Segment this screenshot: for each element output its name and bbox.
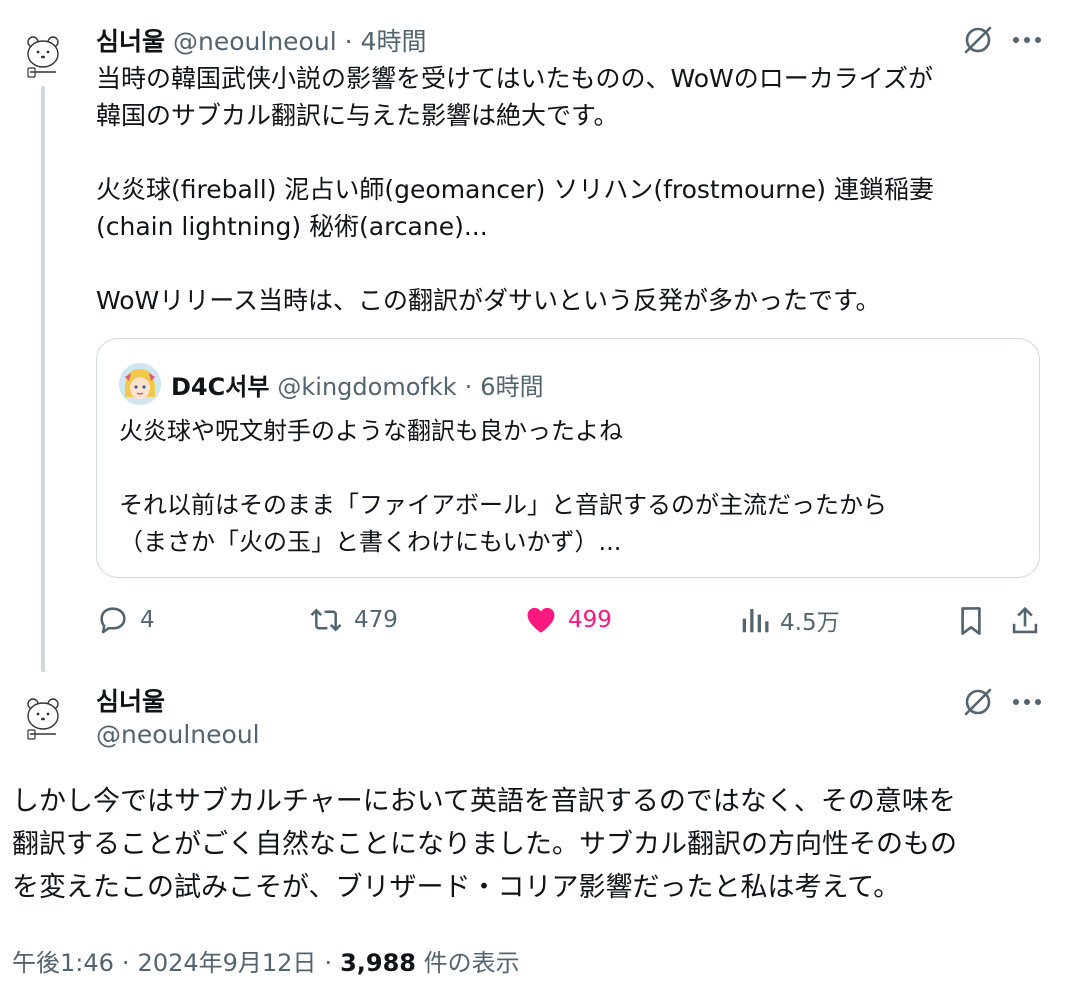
handle[interactable]: @neoulneoul <box>173 27 337 56</box>
reply-button[interactable]: 4 <box>96 603 155 637</box>
thread-line <box>41 86 45 672</box>
separator-dot: · <box>344 27 353 56</box>
quoted-tweet-card[interactable]: D4C서부 @kingdomofkk · 6時間 火炎球や呪文射手のような翻訳も… <box>96 338 1040 578</box>
reply-tweet-header: 심너울 @neoulneoul · 4時間 <box>96 22 427 58</box>
retweet-button[interactable]: 479 <box>308 603 398 637</box>
retweet-icon <box>310 608 342 632</box>
more-icon <box>1013 699 1041 705</box>
quote-text: 火炎球や呪文射手のような翻訳も良かったよね それ以前はそのまま「ファイアボール」… <box>119 417 887 556</box>
retweet-count: 479 <box>354 607 398 633</box>
bookmark-icon <box>961 607 981 635</box>
main-more-button[interactable] <box>1005 686 1049 718</box>
main-display-name[interactable]: 심너울 <box>96 682 165 718</box>
avatar-bear-icon <box>27 698 59 740</box>
quote-avatar <box>119 363 161 405</box>
view-label: 件の表示 <box>423 949 520 977</box>
main-tweet-text: しかし今ではサブカルチャーにおいて英語を音訳するのではなく、その意味を 翻訳する… <box>12 786 957 903</box>
separator-dot: · <box>121 949 130 977</box>
separator-dot: · <box>464 373 473 401</box>
post-date[interactable]: 2024年9月12日 <box>138 943 317 978</box>
quote-timestamp: 6時間 <box>480 373 544 401</box>
more-icon <box>1013 37 1041 43</box>
bookmark-button[interactable] <box>954 602 988 640</box>
avatar[interactable] <box>14 26 72 84</box>
like-count: 499 <box>568 607 612 633</box>
display-name[interactable]: 심너울 <box>96 22 165 58</box>
quote-handle: @kingdomofkk <box>277 373 457 401</box>
tweet-footer: 午後1:46 · 2024年9月12日 · 3,988 件の表示 <box>12 943 520 978</box>
grok-button[interactable] <box>958 22 998 58</box>
views-button[interactable]: 4.5万 <box>740 603 840 637</box>
reply-count: 4 <box>140 607 155 633</box>
more-button[interactable] <box>1005 24 1049 56</box>
main-handle[interactable]: @neoulneoul <box>96 720 260 749</box>
views-count: 4.5万 <box>780 610 840 636</box>
view-count: 3,988 <box>340 949 416 977</box>
share-button[interactable] <box>1008 602 1042 640</box>
quote-display-name: D4C서부 <box>171 373 270 401</box>
share-icon <box>1012 606 1038 634</box>
separator-dot: · <box>324 949 333 977</box>
reply-icon <box>100 607 126 634</box>
post-time[interactable]: 午後1:46 <box>12 943 114 978</box>
heart-icon <box>527 607 555 633</box>
timestamp[interactable]: 4時間 <box>361 22 427 58</box>
main-grok-button[interactable] <box>958 684 998 720</box>
grok-icon <box>964 688 992 716</box>
grok-icon <box>964 26 992 54</box>
anime-avatar-icon <box>119 363 161 405</box>
quote-header: D4C서부 @kingdomofkk · 6時間 <box>171 367 544 402</box>
like-button[interactable]: 499 <box>524 603 612 637</box>
main-avatar[interactable] <box>14 688 72 746</box>
reply-tweet-text: 当時の韓国武侠小説の影響を受けてはいたものの、WoWのローカライズが 韓国のサブ… <box>96 64 934 315</box>
views-icon <box>742 609 769 633</box>
avatar-bear-icon <box>27 36 59 78</box>
